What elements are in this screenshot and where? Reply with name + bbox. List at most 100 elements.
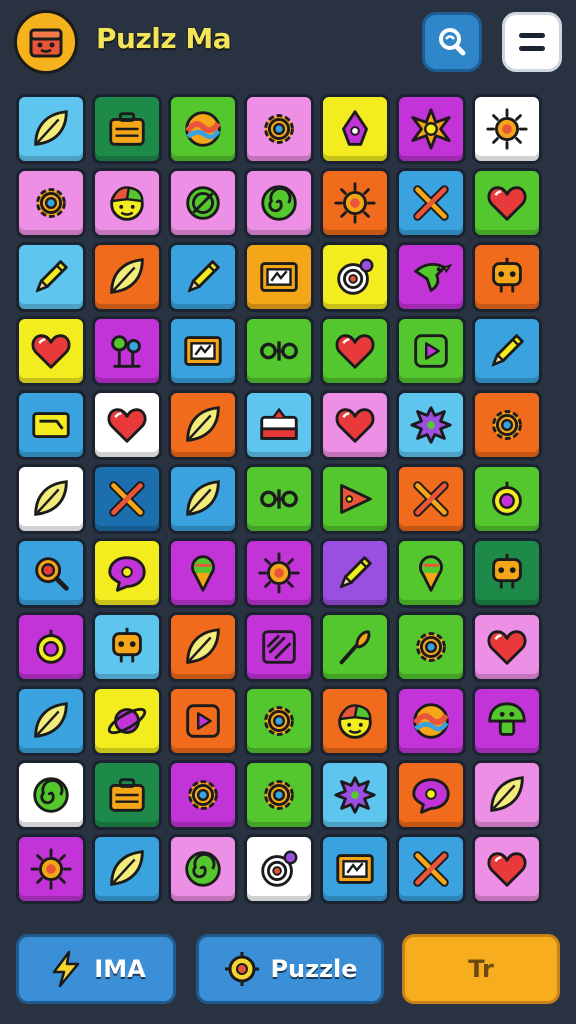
puzzle-tile[interactable]: [396, 168, 466, 238]
puzzle-tile[interactable]: [472, 834, 542, 904]
search-button[interactable]: [422, 12, 482, 72]
puzzle-tile[interactable]: [92, 94, 162, 164]
tr-button[interactable]: Tr: [402, 934, 560, 1004]
puzzle-tile[interactable]: [92, 760, 162, 830]
puzzle-tile[interactable]: [244, 834, 314, 904]
puzzle-tile[interactable]: [92, 390, 162, 460]
puzzle-tile[interactable]: [472, 390, 542, 460]
puzzle-tile[interactable]: [320, 390, 390, 460]
puzzle-tile[interactable]: [168, 760, 238, 830]
puzzle-tile[interactable]: [168, 686, 238, 756]
puzzle-tile[interactable]: [92, 242, 162, 312]
pencil-icon: [35, 260, 68, 293]
puzzle-tile[interactable]: [92, 538, 162, 608]
puzzle-tile[interactable]: [320, 316, 390, 386]
flag-icon: [260, 407, 298, 440]
wave-icon: [185, 111, 221, 147]
puzzle-tile[interactable]: [92, 834, 162, 904]
puzzle-tile[interactable]: [320, 760, 390, 830]
puzzle-tile[interactable]: [92, 168, 162, 238]
puzzle-tile[interactable]: [168, 464, 238, 534]
puzzle-tile[interactable]: [320, 538, 390, 608]
puzzle-tile[interactable]: [472, 686, 542, 756]
puzzle-tile[interactable]: [472, 94, 542, 164]
puzzle-tile[interactable]: [244, 464, 314, 534]
ima-button[interactable]: IMA: [16, 934, 176, 1004]
leaf-icon: [34, 110, 68, 146]
puzzle-tile[interactable]: [244, 760, 314, 830]
ice-cream-icon: [419, 555, 443, 592]
puzzle-tile[interactable]: [320, 242, 390, 312]
puzzle-tile[interactable]: [472, 538, 542, 608]
puzzle-tile[interactable]: [472, 316, 542, 386]
puzzle-tile[interactable]: [396, 612, 466, 682]
puzzle-tile[interactable]: [92, 686, 162, 756]
puzzle-tile[interactable]: [396, 538, 466, 608]
puzzle-tile[interactable]: [472, 760, 542, 830]
puzzle-tile[interactable]: [396, 94, 466, 164]
puzzle-button[interactable]: Puzzle: [196, 934, 384, 1004]
puzzle-tile[interactable]: [244, 168, 314, 238]
puzzle-tile[interactable]: [168, 612, 238, 682]
puzzle-tile[interactable]: [16, 94, 86, 164]
puzzle-tile[interactable]: [396, 760, 466, 830]
gear-icon: [264, 780, 294, 810]
puzzle-tile[interactable]: [92, 612, 162, 682]
puzzle-tile[interactable]: [92, 316, 162, 386]
puzzle-tile[interactable]: [320, 612, 390, 682]
puzzle-tile[interactable]: [16, 316, 86, 386]
puzzle-tile[interactable]: [16, 612, 86, 682]
puzzle-tile[interactable]: [16, 168, 86, 238]
puzzle-tile[interactable]: [16, 760, 86, 830]
triangle-icon: [340, 484, 372, 514]
puzzle-tile[interactable]: [16, 834, 86, 904]
puzzle-tile[interactable]: [168, 538, 238, 608]
puzzle-tile[interactable]: [244, 242, 314, 312]
puzzle-tile[interactable]: [472, 612, 542, 682]
puzzle-tile[interactable]: [244, 94, 314, 164]
puzzle-tile[interactable]: [244, 316, 314, 386]
puzzle-tile[interactable]: [168, 242, 238, 312]
puzzle-tile[interactable]: [92, 464, 162, 534]
puzzle-tile[interactable]: [244, 686, 314, 756]
puzzle-tile[interactable]: [396, 390, 466, 460]
puzzle-tile[interactable]: [168, 390, 238, 460]
sun-icon: [486, 108, 528, 150]
brush-icon: [339, 630, 371, 665]
menu-button[interactable]: [502, 12, 562, 72]
puzzle-tile[interactable]: [16, 686, 86, 756]
puzzle-tile[interactable]: [16, 242, 86, 312]
treasure-chest-icon[interactable]: [14, 10, 78, 74]
puzzle-tile[interactable]: [320, 464, 390, 534]
puzzle-tile[interactable]: [244, 538, 314, 608]
knot-icon: [260, 489, 298, 509]
puzzle-tile[interactable]: [244, 612, 314, 682]
bubble-icon: [412, 778, 450, 814]
puzzle-tile[interactable]: [472, 464, 542, 534]
puzzle-tile[interactable]: [168, 834, 238, 904]
target-icon: [337, 258, 374, 295]
puzzle-tile[interactable]: [472, 168, 542, 238]
leaf-icon: [34, 702, 68, 738]
puzzle-tile[interactable]: [168, 94, 238, 164]
briefcase-icon: [109, 778, 145, 812]
puzzle-tile[interactable]: [16, 390, 86, 460]
puzzle-tile[interactable]: [16, 538, 86, 608]
puzzle-tile[interactable]: [396, 686, 466, 756]
puzzle-tile[interactable]: [168, 316, 238, 386]
puzzle-tile[interactable]: [168, 168, 238, 238]
puzzle-tile[interactable]: [396, 464, 466, 534]
puzzle-tile[interactable]: [396, 316, 466, 386]
puzzle-tile[interactable]: [244, 390, 314, 460]
puzzle-tile[interactable]: [320, 94, 390, 164]
puzzle-tile[interactable]: [16, 464, 86, 534]
puzzle-tile[interactable]: [320, 168, 390, 238]
gear-icon: [264, 706, 294, 736]
puzzle-tile[interactable]: [320, 686, 390, 756]
search-icon: [35, 557, 69, 591]
puzzle-tile[interactable]: [396, 834, 466, 904]
knot-icon: [260, 341, 298, 361]
puzzle-tile[interactable]: [472, 242, 542, 312]
puzzle-tile[interactable]: [396, 242, 466, 312]
puzzle-tile[interactable]: [320, 834, 390, 904]
